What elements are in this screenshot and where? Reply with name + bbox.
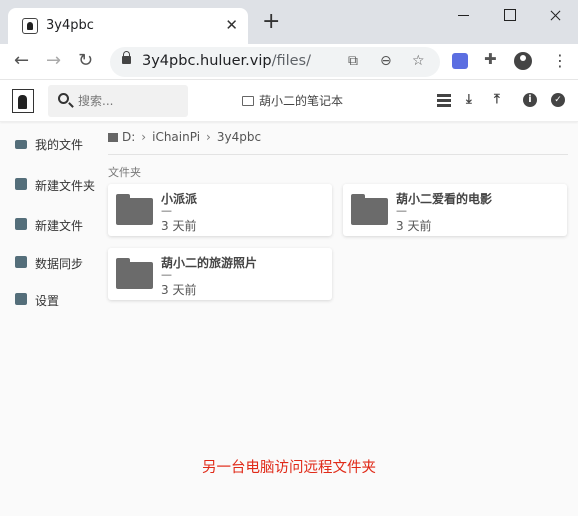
folder-size: — xyxy=(161,268,172,281)
tab-title: 3y4pbc xyxy=(46,18,94,33)
sync-icon xyxy=(15,256,27,268)
check-circle-icon[interactable]: ✓ xyxy=(551,93,565,107)
notebook-title[interactable]: 葫小二的笔记本 xyxy=(242,92,343,109)
zoom-icon[interactable]: ⊖ xyxy=(380,53,392,69)
breadcrumb-separator: › xyxy=(141,130,147,144)
profile-avatar-icon[interactable] xyxy=(514,52,532,70)
folder-plus-icon xyxy=(15,178,27,190)
folder-card[interactable]: 葫小二的旅游照片 — 3 天前 xyxy=(108,248,332,300)
extensions-puzzle-icon[interactable]: ✚ xyxy=(484,50,500,68)
settings-icon xyxy=(15,293,27,305)
window-minimize-button[interactable] xyxy=(448,6,478,26)
folder-card[interactable]: 葫小二爱看的电影 — 3 天前 xyxy=(343,184,567,236)
drive-icon xyxy=(108,133,118,142)
url-text[interactable]: 3y4pbc.huluer.vip/files/ xyxy=(142,53,311,69)
lock-icon xyxy=(122,51,131,64)
search-icon xyxy=(58,93,69,104)
app-logo-icon[interactable] xyxy=(12,89,34,113)
browser-toolbar: ← → ↻ 3y4pbc.huluer.vip/files/ ⧉ ⊖ ☆ ✚ ⋮ xyxy=(0,44,578,80)
breadcrumb: D: › iChainPi › 3y4pbc xyxy=(108,130,261,144)
search-input[interactable] xyxy=(78,91,178,111)
folder-modified: 3 天前 xyxy=(161,219,197,233)
list-view-icon[interactable] xyxy=(437,93,451,107)
search-box[interactable] xyxy=(48,85,188,117)
browser-tab-strip: 3y4pbc ✕ + xyxy=(0,0,578,44)
folder-icon xyxy=(351,194,388,225)
divider xyxy=(108,154,568,155)
folder-modified: 3 天前 xyxy=(396,219,432,233)
folder-icon xyxy=(116,258,153,289)
download-icon[interactable]: ⤓ xyxy=(466,93,480,107)
browser-tab[interactable]: 3y4pbc ✕ xyxy=(8,8,248,44)
sidebar-item-label: 我的文件 xyxy=(35,138,84,152)
extension-bird-icon[interactable] xyxy=(452,53,468,69)
folder-card[interactable]: 小派派 — 3 天前 xyxy=(108,184,332,236)
folder-icon xyxy=(15,140,27,149)
browser-menu-icon[interactable]: ⋮ xyxy=(552,52,568,70)
sidebar-item-data-sync[interactable]: 数据同步 xyxy=(0,247,100,277)
address-bar[interactable]: 3y4pbc.huluer.vip/files/ ⧉ ⊖ ☆ xyxy=(110,47,440,77)
breadcrumb-item[interactable]: iChainPi xyxy=(152,130,200,144)
tab-close-icon[interactable]: ✕ xyxy=(225,16,238,34)
folder-name: 葫小二的旅游照片 xyxy=(161,256,258,270)
bookmark-star-icon[interactable]: ☆ xyxy=(412,53,425,69)
reload-icon[interactable]: ↻ xyxy=(78,51,93,71)
breadcrumb-item[interactable]: 3y4pbc xyxy=(217,130,261,144)
sidebar-item-new-folder[interactable]: 新建文件夹 xyxy=(0,169,100,199)
app-header: 葫小二的笔记本 ⤓ ⤒ i ✓ xyxy=(0,80,578,122)
folder-size: — xyxy=(396,204,407,217)
forward-arrow-icon[interactable]: → xyxy=(46,51,61,71)
translate-icon[interactable]: ⧉ xyxy=(348,53,358,69)
upload-icon[interactable]: ⤒ xyxy=(494,93,508,107)
sidebar-item-label: 数据同步 xyxy=(35,257,84,271)
breadcrumb-separator: › xyxy=(206,130,211,144)
sidebar-item-new-file[interactable]: 新建文件 xyxy=(0,209,100,239)
info-icon[interactable]: i xyxy=(523,93,537,107)
folder-name: 葫小二爱看的电影 xyxy=(396,192,493,206)
window-maximize-button[interactable] xyxy=(494,6,524,26)
sidebar-item-label: 设置 xyxy=(35,294,60,308)
folder-size: — xyxy=(161,204,172,217)
section-label: 文件夹 xyxy=(108,166,141,179)
copy-icon xyxy=(242,96,254,106)
breadcrumb-item[interactable]: D: xyxy=(122,130,135,144)
sidebar-item-settings[interactable]: 设置 xyxy=(0,284,100,314)
back-arrow-icon[interactable]: ← xyxy=(14,51,29,71)
file-plus-icon xyxy=(15,218,27,230)
new-tab-button[interactable]: + xyxy=(262,11,280,33)
caption-text: 另一台电脑访问远程文件夹 xyxy=(202,460,376,476)
folder-icon xyxy=(116,194,153,225)
sidebar-item-my-files[interactable]: 我的文件 xyxy=(0,128,100,158)
folder-modified: 3 天前 xyxy=(161,283,197,297)
sidebar-item-label: 新建文件夹 xyxy=(35,179,96,193)
window-close-button[interactable] xyxy=(540,6,570,26)
favicon-icon xyxy=(22,18,38,34)
sidebar-item-label: 新建文件 xyxy=(35,219,84,233)
